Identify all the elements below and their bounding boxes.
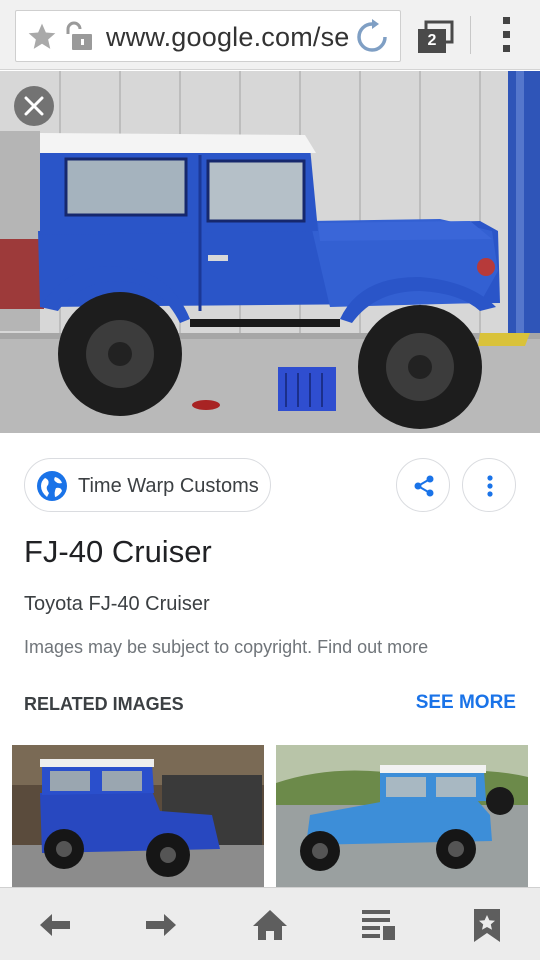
fj40-side-photo	[0, 71, 540, 433]
back-button[interactable]	[36, 906, 74, 944]
bookmark-icon	[474, 909, 500, 942]
reading-list-icon	[362, 910, 395, 940]
see-more-link[interactable]: SEE MORE	[416, 689, 516, 717]
back-arrow-icon	[40, 914, 70, 936]
reload-icon[interactable]	[354, 19, 390, 55]
home-button[interactable]	[251, 906, 289, 944]
related-image-thumbnail[interactable]	[276, 745, 528, 887]
more-vert-icon	[487, 475, 493, 497]
more-options-button[interactable]	[462, 458, 516, 512]
browser-toolbar: www.google.com/se 2	[0, 0, 540, 70]
globe-icon	[37, 471, 67, 501]
reading-list-button[interactable]	[359, 906, 397, 944]
forward-arrow-icon	[146, 914, 176, 936]
related-image-2	[276, 745, 528, 887]
related-image-thumbnail[interactable]	[12, 745, 264, 887]
overflow-menu-icon[interactable]	[493, 17, 519, 55]
copyright-note[interactable]: Images may be subject to copyright. Find…	[24, 634, 428, 660]
home-icon	[253, 910, 287, 940]
close-icon	[24, 96, 44, 116]
share-icon	[414, 475, 434, 497]
lock-icon[interactable]	[62, 19, 98, 55]
hero-image[interactable]	[0, 71, 540, 433]
source-name[interactable]: Time Warp Customs	[78, 473, 259, 499]
tab-count[interactable]: 2	[420, 31, 444, 51]
toolbar-divider	[470, 16, 471, 54]
share-button[interactable]	[396, 458, 450, 512]
image-subtitle: Toyota FJ-40 Cruiser	[24, 593, 210, 615]
url-text[interactable]: www.google.com/se	[106, 21, 350, 53]
star-icon[interactable]	[26, 21, 58, 53]
related-image-1	[12, 745, 264, 887]
source-chip[interactable]: Time Warp Customs	[24, 458, 271, 512]
forward-button[interactable]	[142, 906, 180, 944]
close-button[interactable]	[14, 86, 54, 126]
related-images-heading: RELATED IMAGES	[24, 694, 184, 714]
bottom-navigation	[0, 887, 540, 960]
image-title: FJ-40 Cruiser	[24, 534, 212, 569]
bookmarks-button[interactable]	[468, 906, 506, 944]
address-bar[interactable]: www.google.com/se	[15, 10, 401, 62]
